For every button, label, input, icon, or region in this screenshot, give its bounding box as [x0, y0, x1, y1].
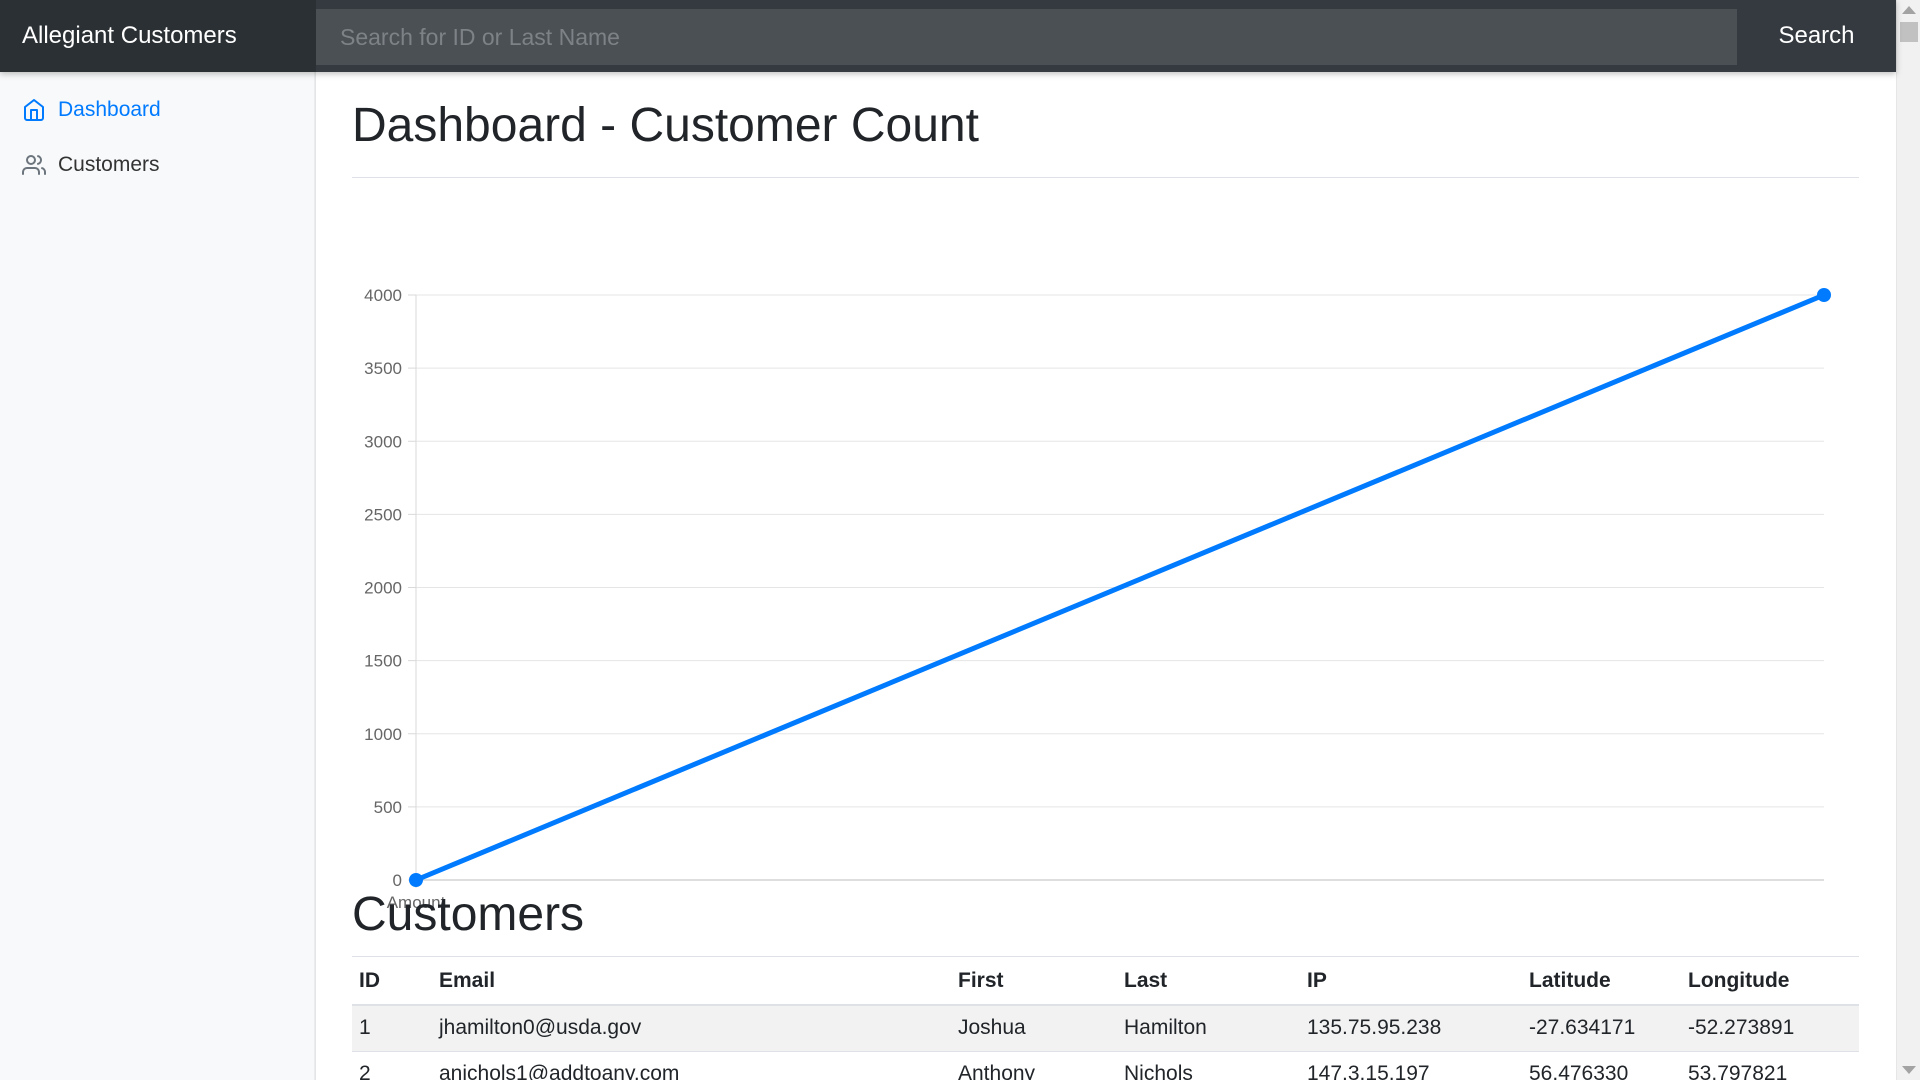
y-tick-label: 1000 [364, 725, 402, 744]
cell-first: Joshua [951, 1004, 1117, 1051]
cell-email: jhamilton0@usda.gov [432, 1004, 951, 1051]
y-tick-label: 3500 [364, 359, 402, 378]
cell-longitude: -52.273891 [1681, 1004, 1859, 1051]
y-tick-label: 3000 [364, 432, 402, 451]
cell-first: Anthony [951, 1050, 1117, 1080]
cell-last: Nichols [1117, 1050, 1300, 1080]
customers-section-title: Customers [352, 888, 585, 941]
cell-ip: 135.75.95.238 [1300, 1004, 1522, 1051]
cell-ip: 147.3.15.197 [1300, 1050, 1522, 1080]
table-header-row: ID Email First Last IP Latitude Longitud… [352, 957, 1859, 1006]
data-point [409, 873, 423, 887]
y-tick-label: 2500 [364, 505, 402, 524]
scroll-up-icon[interactable] [1902, 6, 1916, 14]
sidebar-item-label: Customers [58, 153, 160, 176]
page-title: Dashboard - Customer Count [352, 99, 979, 152]
column-header-id: ID [352, 957, 432, 1006]
main-content: Dashboard - Customer Count 0 500 1000 1500 2… [352, 72, 1859, 1080]
column-header-first: First [951, 957, 1117, 1006]
sidebar-item-customers[interactable]: Customers [22, 153, 160, 177]
cell-id: 1 [352, 1004, 432, 1051]
sidebar-item-label: Dashboard [58, 98, 161, 121]
scrollbar-thumb[interactable] [1900, 22, 1918, 42]
table-row[interactable]: 2 anichols1@addtoany.com Anthony Nichols… [352, 1050, 1859, 1080]
home-icon [24, 99, 44, 121]
cell-longitude: 53.797821 [1681, 1050, 1859, 1080]
cell-latitude: -27.634171 [1522, 1004, 1681, 1051]
cell-latitude: 56.476330 [1522, 1050, 1681, 1080]
page-scrollbar[interactable] [1896, 0, 1920, 1080]
column-header-email: Email [432, 957, 951, 1006]
sidebar: Dashboard Customers [0, 72, 316, 1080]
customers-table: ID Email First Last IP Latitude Longitud… [352, 957, 1859, 1080]
cell-email: anichols1@addtoany.com [432, 1050, 951, 1080]
y-tick-label: 2000 [364, 579, 402, 598]
scroll-down-icon[interactable] [1902, 1066, 1916, 1074]
top-navbar: Allegiant Customers Search [0, 0, 1896, 72]
brand-link[interactable]: Allegiant Customers [0, 0, 316, 72]
y-tick-label: 500 [374, 798, 402, 817]
y-tick-label: 4000 [364, 286, 402, 305]
search-button[interactable]: Search [1737, 0, 1896, 72]
y-tick-label: 1500 [364, 652, 402, 671]
column-header-last: Last [1117, 957, 1300, 1006]
customer-count-chart: 05001000150020002500300035004000Amount [364, 286, 1831, 912]
cell-id: 2 [352, 1050, 432, 1080]
users-icon [22, 155, 46, 175]
search-input[interactable] [316, 9, 1737, 65]
data-point [1817, 288, 1831, 302]
column-header-longitude: Longitude [1681, 957, 1859, 1006]
column-header-ip: IP [1300, 957, 1522, 1006]
sidebar-item-dashboard[interactable]: Dashboard [22, 98, 161, 122]
table-row[interactable]: 1 jhamilton0@usda.gov Joshua Hamilton 13… [352, 1004, 1859, 1051]
cell-last: Hamilton [1117, 1004, 1300, 1051]
column-header-latitude: Latitude [1522, 957, 1681, 1006]
title-divider [352, 177, 1859, 178]
